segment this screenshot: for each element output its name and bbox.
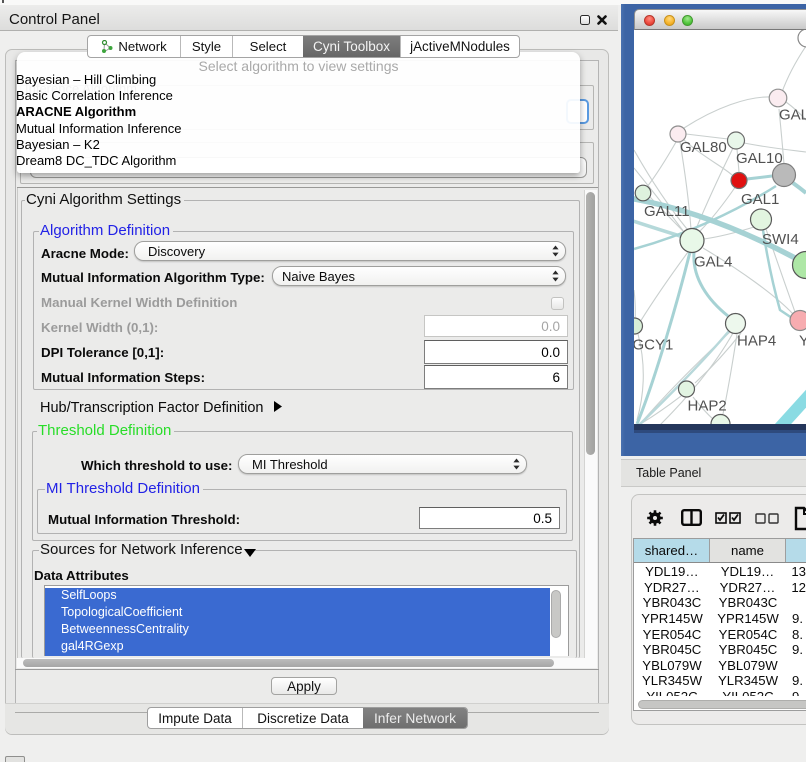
svg-text:GAL80: GAL80 [680,139,727,156]
svg-text:GAL7: GAL7 [779,107,806,124]
svg-text:HAP4: HAP4 [737,333,776,350]
svg-text:SWI4: SWI4 [762,231,799,248]
svg-text:GAL10: GAL10 [736,150,783,167]
svg-text:HAP2: HAP2 [688,398,727,415]
svg-text:Y: Y [799,333,806,350]
svg-text:GAL1: GAL1 [741,191,779,208]
svg-text:GAL4: GAL4 [694,254,732,271]
svg-text:GCY1: GCY1 [634,337,673,354]
svg-text:GAL11: GAL11 [644,203,690,220]
